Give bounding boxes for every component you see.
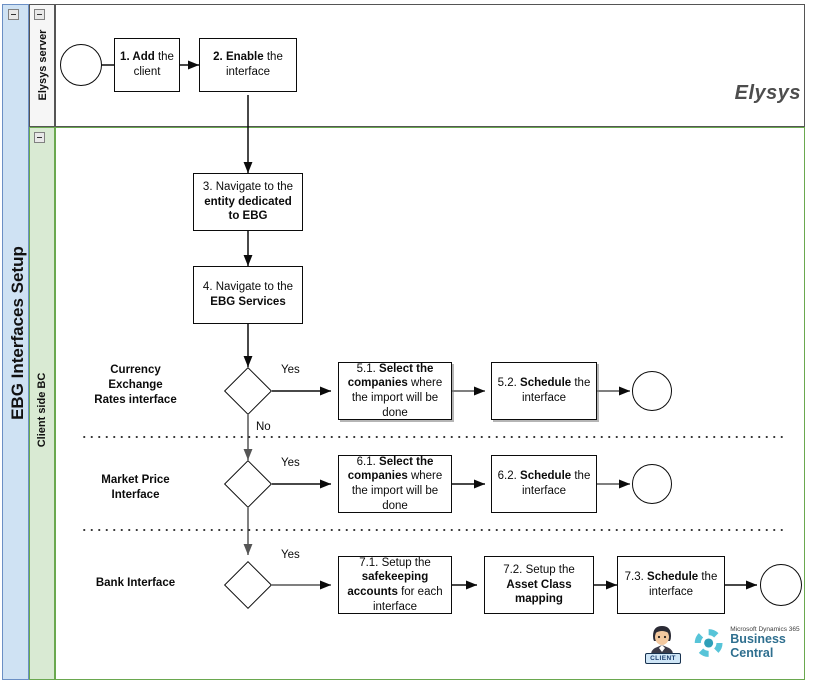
task-1-text: 1. Add the client: [120, 51, 174, 78]
flow-label-yes-currency: Yes: [281, 364, 300, 376]
task-7-3-schedule-interface[interactable]: 7.3. Schedule the interface: [617, 556, 725, 614]
row-label-currency: Currency Exchange Rates interface: [94, 364, 177, 406]
dynamics-365-icon: [694, 629, 723, 657]
task-3-navigate-entity[interactable]: 3. Navigate to the entity dedicated to E…: [193, 173, 303, 231]
task-2-enable-interface[interactable]: 2. Enable the interface: [199, 38, 297, 92]
brand-wordmark: Elysys: [734, 82, 801, 104]
end-event-currency[interactable]: [632, 371, 672, 411]
pool-title: EBG Interfaces Setup: [8, 246, 27, 420]
task-3-text: 3. Navigate to the entity dedicated to E…: [202, 180, 294, 223]
task-2-text: 2. Enable the interface: [213, 51, 283, 78]
pool-band: EBG Interfaces Setup: [2, 4, 29, 680]
lane-title-client: Client side BC: [36, 372, 48, 448]
lane-collapse-toggle-server[interactable]: [34, 9, 45, 20]
task-5-2-text: 5.2. Schedule the interface: [497, 377, 591, 404]
task-7-2-asset-class-mapping[interactable]: 7.2. Setup the Asset Class mapping: [484, 556, 594, 614]
task-6-1-select-companies[interactable]: 6.1. Select the companies where the impo…: [338, 455, 452, 513]
task-7-1-text: 7.1. Setup the safekeeping accounts for …: [347, 556, 443, 613]
flow-label-yes-bank: Yes: [281, 549, 300, 561]
end-event-bank[interactable]: [760, 564, 802, 606]
diagram-canvas: EBG Interfaces Setup Elysys server Clien…: [0, 0, 819, 690]
bc-line-2: Business Central: [730, 632, 786, 660]
task-7-1-setup-safekeeping[interactable]: 7.1. Setup the safekeeping accounts for …: [338, 556, 452, 614]
task-5-1-text: 5.1. Select the companies where the impo…: [347, 362, 443, 419]
task-5-1-select-companies[interactable]: 5.1. Select the companies where the impo…: [338, 362, 452, 420]
task-4-text: 4. Navigate to the EBG Services: [202, 281, 294, 308]
lane-band-server: Elysys server: [29, 4, 55, 127]
task-6-1-text: 6.1. Select the companies where the impo…: [347, 455, 443, 512]
start-event[interactable]: [60, 44, 102, 86]
footer-logo-strip: CLIENT Microsoft Dynamics 365 Business C…: [645, 622, 819, 664]
task-7-2-text: 7.2. Setup the Asset Class mapping: [503, 563, 575, 606]
client-badge-label: CLIENT: [645, 653, 681, 664]
end-event-market-price[interactable]: [632, 464, 672, 504]
business-central-logo: Microsoft Dynamics 365 Business Central: [693, 625, 819, 661]
task-1-add-client[interactable]: 1. Add the client: [114, 38, 180, 92]
row-label-bank: Bank Interface: [95, 577, 176, 589]
task-6-2-text: 6.2. Schedule the interface: [497, 470, 591, 497]
lane-band-client: Client side BC: [29, 127, 55, 680]
task-7-3-text: 7.3. Schedule the interface: [624, 571, 718, 598]
flow-label-no-currency: No: [256, 421, 271, 433]
task-6-2-schedule-interface[interactable]: 6.2. Schedule the interface: [491, 455, 597, 513]
lane-collapse-toggle-client[interactable]: [34, 132, 45, 143]
pool-collapse-toggle[interactable]: [8, 9, 19, 20]
client-avatar-icon: CLIENT: [645, 622, 681, 664]
lane-title-server: Elysys server: [37, 29, 49, 101]
row-label-market-price: Market Price Interface: [101, 474, 170, 501]
task-4-navigate-services[interactable]: 4. Navigate to the EBG Services: [193, 266, 303, 324]
flow-label-yes-market: Yes: [281, 457, 300, 469]
task-5-2-schedule-interface[interactable]: 5.2. Schedule the interface: [491, 362, 597, 420]
